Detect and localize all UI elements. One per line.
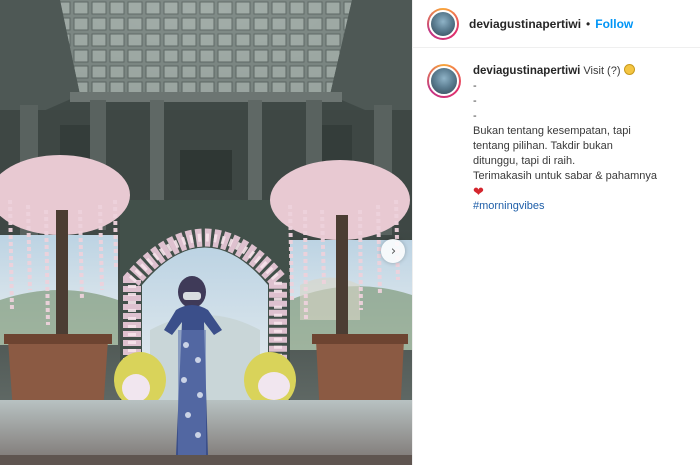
next-photo-button[interactable]: › (381, 239, 405, 263)
sweat-smile-emoji-icon (623, 64, 635, 75)
caption-text-line: tentang pilihan. Takdir bukan (473, 140, 613, 152)
post-header: deviagustinapertiwi • Follow (413, 0, 700, 48)
avatar[interactable] (427, 7, 459, 40)
caption-spacer-3: - (473, 110, 477, 122)
caption-text-line: Bukan tentang kesempatan, tapi (473, 125, 631, 137)
follow-button[interactable]: Follow (595, 17, 633, 31)
chevron-right-icon: › (390, 243, 397, 259)
caption-text-line: ditunggu, tapi di raih. (473, 155, 576, 167)
post-details-panel: deviagustinapertiwi • Follow deviagustin… (412, 0, 700, 465)
caption-body: deviagustinapertiwi Visit (?) - - - Buka… (473, 64, 686, 214)
caption-avatar[interactable] (427, 64, 461, 98)
heart-icon: ❤ (473, 184, 484, 199)
header-username[interactable]: deviagustinapertiwi (469, 17, 581, 31)
caption-text-line: Terimakasih untuk sabar & pahamnya (473, 170, 658, 182)
caption-username[interactable]: deviagustinapertiwi (473, 65, 580, 77)
photo-illustration (0, 0, 412, 465)
caption-spacer-1: - (473, 80, 477, 92)
hashtag-link[interactable]: #morningvibes (473, 199, 686, 214)
caption-first-line: Visit (?) (583, 65, 621, 77)
post-photo[interactable]: › (0, 0, 412, 465)
header-separator: • (586, 16, 591, 31)
caption-spacer-2: - (473, 95, 477, 107)
caption-comment: deviagustinapertiwi Visit (?) - - - Buka… (413, 48, 700, 214)
